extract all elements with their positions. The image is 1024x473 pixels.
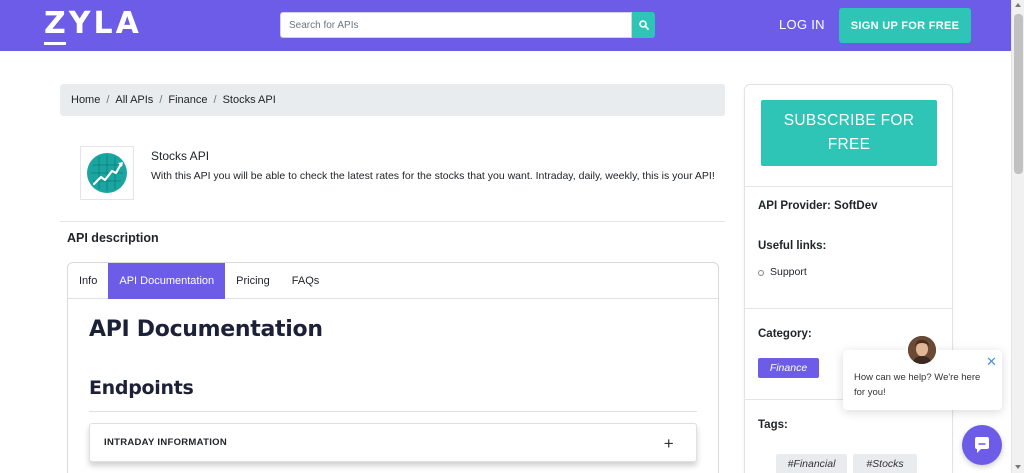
api-name: Stocks API [151, 149, 210, 163]
search-icon [638, 20, 649, 30]
breadcrumb-separator: / [106, 94, 110, 106]
api-info-card: Info API Documentation Pricing FAQs API … [67, 262, 719, 473]
chat-message: How can we help? We're here for you! [854, 372, 981, 398]
search-button[interactable] [632, 12, 655, 38]
tab-info[interactable]: Info [68, 263, 108, 299]
login-link[interactable]: LOG IN [779, 17, 825, 32]
scroll-down-arrow-icon[interactable] [1015, 465, 1021, 469]
divider [745, 186, 952, 187]
endpoints-heading: Endpoints [89, 377, 194, 399]
tag-financial[interactable]: #Financial [776, 454, 847, 473]
expand-plus-icon[interactable]: + [664, 434, 674, 454]
chat-bubble-icon [975, 437, 989, 453]
support-agent-avatar [906, 334, 938, 366]
scroll-up-arrow-icon[interactable] [1015, 3, 1021, 7]
breadcrumb-all-apis[interactable]: All APIs [115, 94, 153, 106]
api-description-heading: API description [67, 231, 159, 245]
subscribe-button[interactable]: SUBSCRIBE FOR FREE [761, 100, 937, 166]
category-badge[interactable]: Finance [758, 358, 819, 378]
logo-text: ZYLA [44, 6, 142, 41]
close-icon[interactable]: ✕ [986, 355, 997, 369]
tag-stocks[interactable]: #Stocks [853, 454, 917, 473]
breadcrumb-current: Stocks API [222, 94, 276, 106]
tab-api-documentation[interactable]: API Documentation [108, 263, 226, 299]
signup-button[interactable]: SIGN UP FOR FREE [839, 8, 971, 43]
search-input[interactable] [280, 12, 632, 38]
divider [745, 308, 952, 309]
tab-pricing[interactable]: Pricing [225, 263, 281, 299]
zyla-logo[interactable]: ZYLA [44, 7, 140, 45]
endpoint-label: INTRADAY INFORMATION [104, 437, 227, 448]
breadcrumb: Home / All APIs / Finance / Stocks API [60, 84, 725, 116]
api-logo [80, 146, 134, 200]
api-provider: API Provider: SoftDev [758, 200, 878, 212]
endpoint-accordion-intraday[interactable]: INTRADAY INFORMATION + [89, 423, 697, 462]
divider [60, 221, 725, 222]
useful-links-heading: Useful links: [758, 240, 827, 252]
chat-launcher-button[interactable] [962, 425, 1002, 465]
divider [89, 411, 697, 412]
subscribe-sidebar: SUBSCRIBE FOR FREE API Provider: SoftDev… [744, 84, 953, 473]
breadcrumb-separator: / [159, 94, 163, 106]
tags-heading: Tags: [758, 419, 788, 431]
breadcrumb-finance[interactable]: Finance [168, 94, 207, 106]
scroll-thumb[interactable] [1014, 14, 1023, 174]
breadcrumb-home[interactable]: Home [71, 94, 100, 106]
logo-underline [44, 42, 66, 45]
api-description: With this API you will be able to check … [151, 170, 715, 182]
category-heading: Category: [758, 328, 812, 340]
support-link[interactable]: Support [770, 266, 807, 278]
top-navbar: ZYLA LOG IN SIGN UP FOR FREE [0, 0, 1011, 51]
stocks-chart-icon [87, 153, 127, 193]
page-scrollbar[interactable] [1011, 0, 1024, 473]
doc-title: API Documentation [89, 317, 323, 342]
circle-bullet-icon [758, 270, 764, 276]
tab-bar: Info API Documentation Pricing FAQs [68, 263, 718, 299]
breadcrumb-separator: / [213, 94, 217, 106]
tab-faqs[interactable]: FAQs [281, 263, 331, 299]
